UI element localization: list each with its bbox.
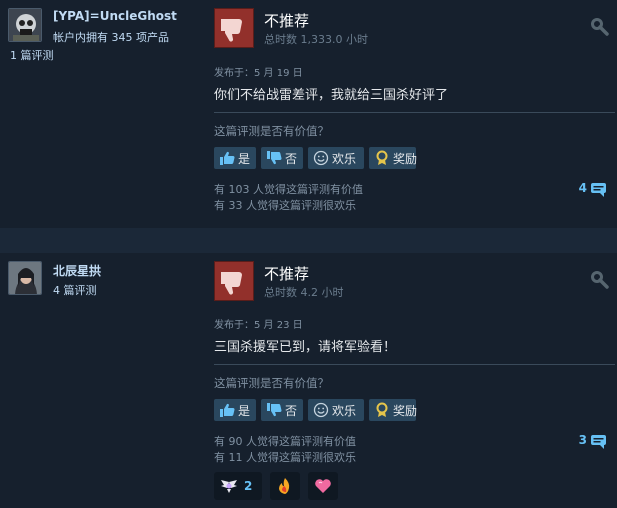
wrench-icon[interactable]: [591, 271, 609, 289]
divider: [214, 112, 615, 113]
comment-count: 4: [578, 181, 587, 195]
award-winged[interactable]: 2: [214, 472, 262, 500]
heart-award-icon: [315, 479, 331, 493]
award-button[interactable]: 奖励: [369, 399, 418, 421]
review-posted-date: 发布于：5 月 19 日: [214, 68, 303, 79]
review-verdict: 不推荐: [264, 265, 310, 283]
award-medal-icon: [376, 150, 388, 165]
fire-award-icon: [279, 478, 290, 494]
author-name[interactable]: 北辰星拱: [53, 262, 101, 279]
vote-no-button[interactable]: 否: [261, 399, 303, 421]
helpful-question: 这篇评测是否有价值？: [214, 376, 329, 390]
comment-bubble-icon: [591, 183, 606, 197]
review-card: [YPA]=UncleGhost 帐户内拥有 345 项产品 1 篇评测 不推荐…: [0, 0, 617, 228]
vote-no-label: 否: [285, 404, 298, 418]
vote-funny-label: 欢乐: [332, 152, 357, 166]
vote-funny-button[interactable]: 欢乐: [308, 399, 364, 421]
author-name[interactable]: [YPA]=UncleGhost: [53, 9, 177, 23]
author-products[interactable]: 帐户内拥有 345 项产品: [53, 29, 169, 45]
vote-yes-button[interactable]: 是: [214, 399, 256, 421]
comment-bubble-icon: [591, 435, 606, 449]
vote-yes-label: 是: [238, 152, 251, 166]
award-medal-icon: [376, 402, 388, 417]
funny-count-text: 有 33 人觉得这篇评测很欢乐: [214, 199, 356, 212]
helpful-question: 这篇评测是否有价值？: [214, 124, 329, 138]
review-hours: 总时数 1,333.0 小时: [264, 33, 368, 46]
vote-yes-label: 是: [238, 404, 251, 418]
award-label: 奖励: [393, 152, 418, 166]
wrench-icon[interactable]: [591, 18, 609, 36]
award-label: 奖励: [393, 404, 418, 418]
award-fire[interactable]: [270, 472, 300, 500]
thumbs-down-small-icon: [267, 403, 282, 417]
vote-yes-button[interactable]: 是: [214, 147, 256, 169]
comment-count-link[interactable]: 4: [567, 181, 607, 199]
avatar[interactable]: [8, 261, 42, 295]
smiley-icon: [313, 150, 329, 166]
author-review-count[interactable]: 4 篇评测: [53, 282, 97, 298]
review-content: 你们不给战雷差评，我就给三国杀好评了: [214, 88, 449, 103]
review-stats: 有 90 人觉得这篇评测有价值 有 11 人觉得这篇评测很欢乐: [214, 434, 356, 466]
review-hours: 总时数 4.2 小时: [264, 286, 344, 299]
thumbs-down-icon: [214, 261, 254, 301]
award-count: 2: [244, 479, 253, 493]
helpful-count-text: 有 103 人觉得这篇评测有价值: [214, 183, 363, 196]
funny-count-text: 有 11 人觉得这篇评测很欢乐: [214, 451, 356, 464]
review-verdict: 不推荐: [264, 12, 310, 30]
helpful-count-text: 有 90 人觉得这篇评测有价值: [214, 435, 356, 448]
thumbs-up-icon: [220, 151, 235, 165]
avatar[interactable]: [8, 8, 42, 42]
review-header: 不推荐 总时数 1,333.0 小时: [214, 8, 609, 48]
review-content: 三国杀援军已到，请将军验看！: [214, 340, 397, 355]
author-review-count[interactable]: 1 篇评测: [10, 47, 54, 63]
vote-no-button[interactable]: 否: [261, 147, 303, 169]
award-heart[interactable]: [308, 472, 338, 500]
review-header: 不推荐 总时数 4.2 小时: [214, 261, 609, 301]
vote-funny-button[interactable]: 欢乐: [308, 147, 364, 169]
thumbs-down-icon: [214, 8, 254, 48]
divider: [214, 364, 615, 365]
review-posted-date: 发布于：5 月 23 日: [214, 320, 303, 331]
vote-no-label: 否: [285, 152, 298, 166]
review-card: 北辰星拱 4 篇评测 不推荐 总时数 4.2 小时 发布于：5 月 23 日 三…: [0, 253, 617, 508]
review-separator: [0, 228, 617, 253]
comment-count-link[interactable]: 3: [567, 433, 607, 451]
thumbs-up-icon: [220, 403, 235, 417]
vote-funny-label: 欢乐: [332, 404, 357, 418]
winged-award-icon: [221, 480, 237, 493]
review-stats: 有 103 人觉得这篇评测有价值 有 33 人觉得这篇评测很欢乐: [214, 182, 363, 214]
award-button[interactable]: 奖励: [369, 147, 418, 169]
smiley-icon: [313, 402, 329, 418]
comment-count: 3: [578, 433, 587, 447]
thumbs-down-small-icon: [267, 151, 282, 165]
